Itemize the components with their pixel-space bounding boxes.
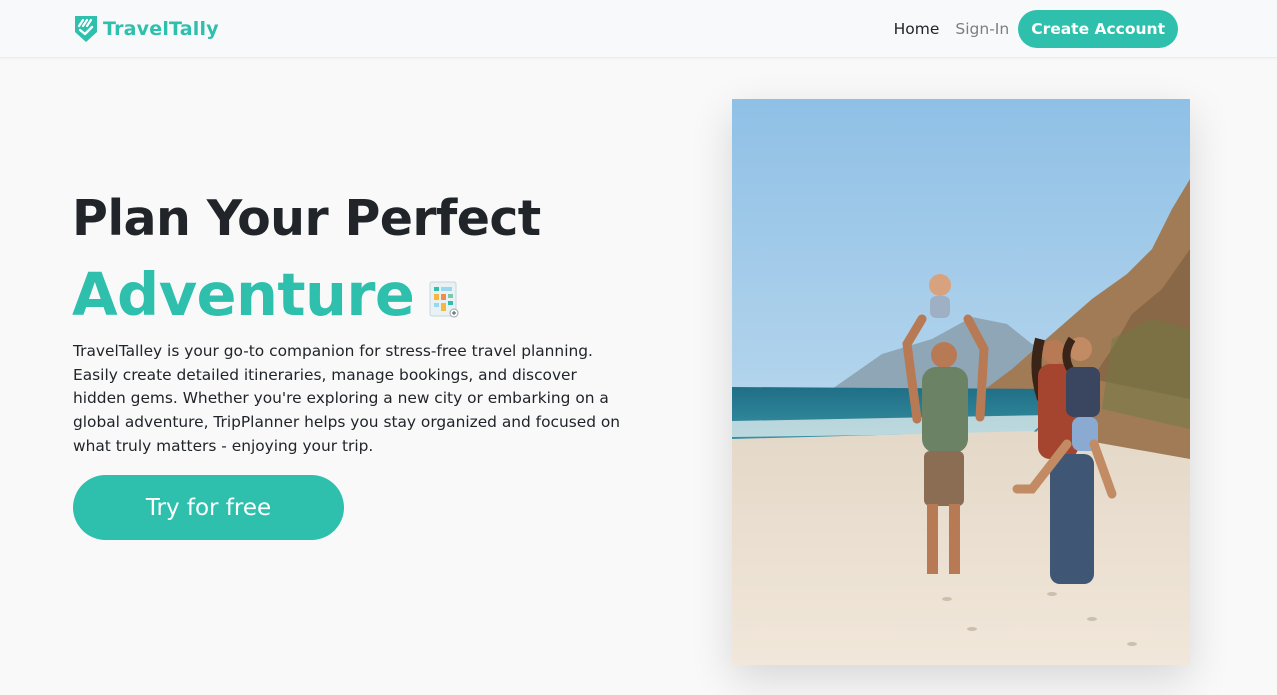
- hero-title-accent: Adventure: [72, 260, 415, 329]
- checkmark-shield-icon: [75, 16, 97, 42]
- brand-name: TravelTally: [103, 18, 219, 40]
- hero-description: TravelTalley is your go-to companion for…: [73, 342, 621, 455]
- hero-title-accent-line: Adventure: [72, 260, 460, 329]
- try-for-free-button[interactable]: Try for free: [73, 475, 344, 540]
- planner-icon: [429, 281, 459, 317]
- brand-logo[interactable]: TravelTally: [73, 14, 219, 44]
- site-header: TravelTally Home Sign-In Create Account: [0, 0, 1277, 58]
- create-account-button[interactable]: Create Account: [1018, 10, 1178, 48]
- hero-photo: [732, 99, 1190, 665]
- hero-title: Plan Your Perfect: [72, 190, 541, 247]
- nav-sign-in-link[interactable]: Sign-In: [947, 20, 1017, 38]
- nav-home-link[interactable]: Home: [886, 20, 948, 38]
- beach-family-photo: [732, 99, 1190, 665]
- main-nav: Home Sign-In Create Account: [886, 10, 1178, 48]
